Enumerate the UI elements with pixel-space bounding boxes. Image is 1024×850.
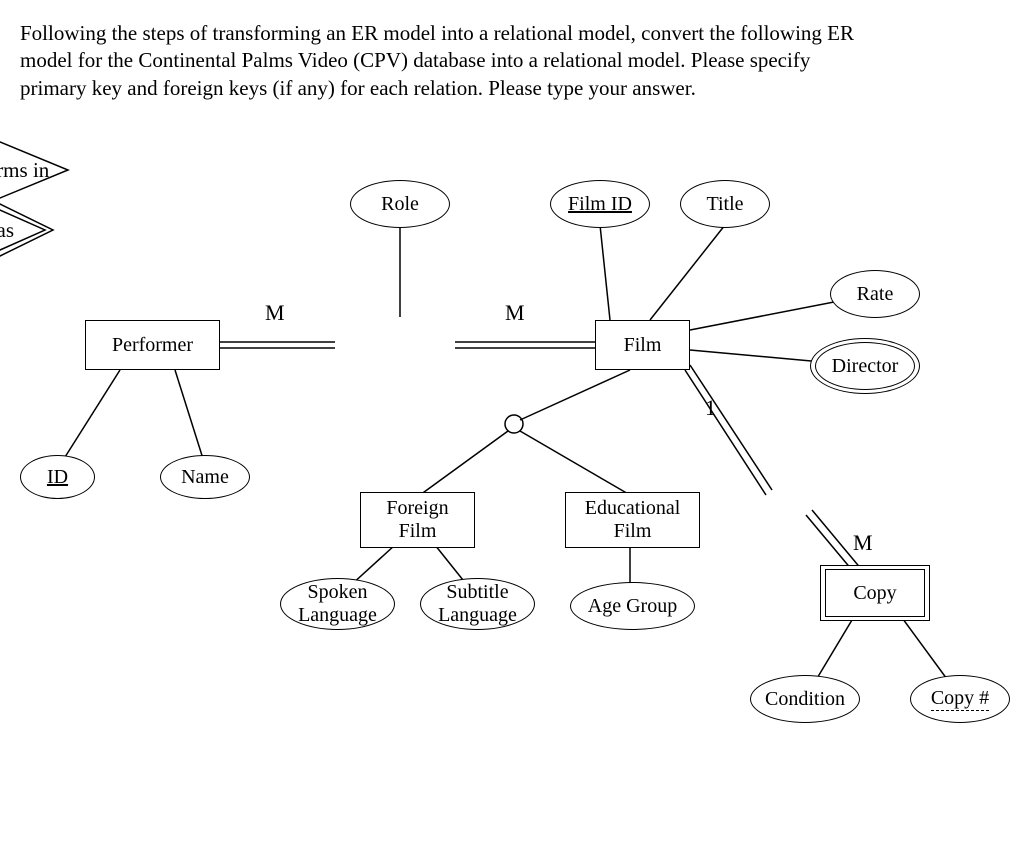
entity-foreign-film: Foreign Film	[360, 492, 475, 548]
attr-performer-name: Name	[160, 455, 250, 499]
attr-performer-id: ID	[20, 455, 95, 499]
attr-condition: Condition	[750, 675, 860, 723]
er-diagram: Role Film ID Title Rate Director Perform…	[0, 170, 1024, 850]
entity-performer: Performer	[85, 320, 220, 370]
cardinality-film-m: M	[505, 300, 525, 326]
entity-copy-weak: Copy	[820, 565, 930, 621]
attr-title: Title	[680, 180, 770, 228]
attr-film-id: Film ID	[550, 180, 650, 228]
attr-age-group: Age Group	[570, 582, 695, 630]
attr-spoken-language: Spoken Language	[280, 578, 395, 630]
attr-copy-number: Copy #	[910, 675, 1010, 723]
entity-film: Film	[595, 320, 690, 370]
attr-role: Role	[350, 180, 450, 228]
cardinality-copy-m: M	[853, 530, 873, 556]
attr-director-multivalued: Director	[810, 338, 920, 394]
attr-rate: Rate	[830, 270, 920, 318]
question-prompt: Following the steps of transforming an E…	[20, 20, 870, 102]
attr-subtitle-language: Subtitle Language	[420, 578, 535, 630]
entity-educational-film: Educational Film	[565, 492, 700, 548]
cardinality-film-1: 1	[705, 395, 716, 421]
cardinality-performer-m: M	[265, 300, 285, 326]
